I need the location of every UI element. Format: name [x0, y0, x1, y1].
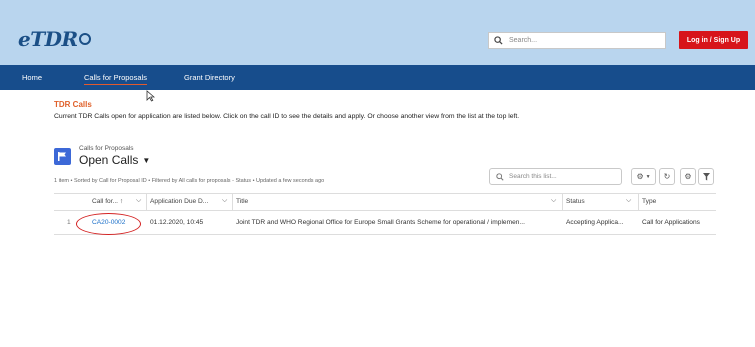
column-divider[interactable]: [638, 194, 639, 211]
page-title: TDR Calls: [54, 100, 92, 109]
search-icon: [494, 36, 503, 45]
login-signup-button[interactable]: Log in / Sign Up: [679, 31, 748, 49]
caret-down-icon: ▼: [142, 155, 151, 165]
logo-text: eTDR: [18, 27, 78, 51]
list-meta-info: 1 item • Sorted by Call for Proposal ID …: [54, 178, 325, 184]
refresh-icon: ↻: [663, 172, 671, 181]
chevron-down-icon[interactable]: ⌵: [222, 197, 227, 205]
search-icon: [496, 172, 504, 181]
column-header-application-due[interactable]: Application Due D...: [150, 198, 208, 205]
column-header-title[interactable]: Title: [236, 198, 248, 205]
filter-button[interactable]: [698, 168, 714, 185]
logo-ring-icon: [78, 33, 91, 45]
site-search-placeholder: Search...: [509, 37, 538, 44]
due-date-cell: 01.12.2020, 10:45: [150, 219, 204, 226]
list-view-selector[interactable]: Open Calls ▼: [79, 153, 150, 167]
column-header-status[interactable]: Status: [566, 198, 585, 205]
chevron-down-icon[interactable]: ⌵: [551, 197, 556, 205]
filter-icon: [702, 172, 710, 180]
chevron-down-icon: ▼: [645, 173, 651, 180]
gear-icon: ⚙: [684, 172, 692, 181]
title-cell: Joint TDR and WHO Regional Office for Eu…: [236, 219, 525, 226]
site-search-input[interactable]: Search...: [488, 32, 666, 49]
main-nav: Home Calls for Proposals Grant Directory: [0, 65, 755, 90]
chevron-down-icon[interactable]: ⌵: [136, 197, 141, 205]
list-view-icon: [54, 148, 71, 165]
list-view-name: Open Calls: [79, 153, 139, 167]
table-header: Call for... ↑ ⌵ Application Due D... ⌵ T…: [54, 193, 716, 211]
column-divider[interactable]: [562, 194, 563, 211]
column-header-type[interactable]: Type: [642, 198, 656, 205]
column-divider[interactable]: [232, 194, 233, 211]
column-divider[interactable]: [146, 194, 147, 211]
nav-item-grant-directory[interactable]: Grant Directory: [184, 73, 235, 82]
nav-item-calls-for-proposals[interactable]: Calls for Proposals: [84, 73, 147, 85]
list-settings-button[interactable]: ⚙ ▼: [631, 168, 656, 185]
table-row: 1 CA20-0002 01.12.2020, 10:45 Joint TDR …: [54, 211, 716, 235]
object-label: Calls for Proposals: [79, 145, 134, 152]
chevron-down-icon[interactable]: ⌵: [626, 197, 631, 205]
nav-item-home[interactable]: Home: [22, 73, 42, 82]
page-description: Current TDR Calls open for application a…: [54, 113, 520, 120]
list-search-input[interactable]: Search this list...: [489, 168, 622, 185]
mouse-cursor-icon: [146, 90, 155, 102]
list-search-placeholder: Search this list...: [509, 173, 557, 180]
refresh-button[interactable]: ↻: [659, 168, 675, 185]
status-cell: Accepting Applica...: [566, 219, 624, 226]
column-label: Call for...: [92, 198, 119, 205]
sort-arrow-up-icon: ↑: [119, 198, 124, 205]
gear-icon: ⚙: [636, 172, 644, 181]
highlight-circle-annotation: [76, 213, 141, 235]
etdr-logo[interactable]: eTDR: [18, 27, 91, 51]
flag-icon: [58, 152, 66, 161]
column-settings-button[interactable]: ⚙: [680, 168, 696, 185]
top-header: eTDR Search... Log in / Sign Up: [0, 0, 755, 65]
type-cell: Call for Applications: [642, 219, 700, 226]
row-number: 1: [67, 219, 71, 226]
column-header-call-for[interactable]: Call for... ↑: [92, 198, 123, 205]
